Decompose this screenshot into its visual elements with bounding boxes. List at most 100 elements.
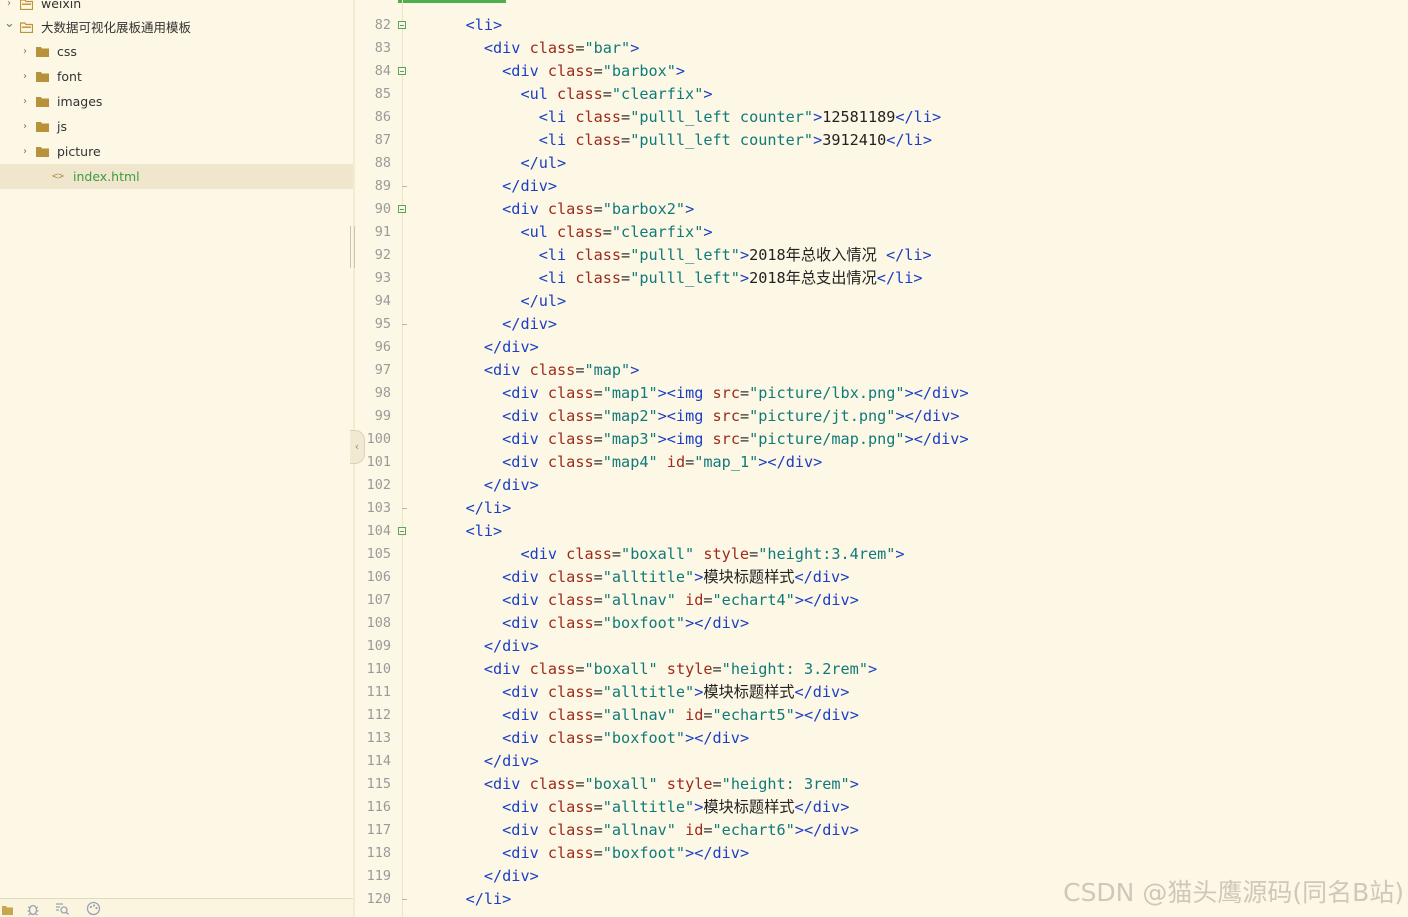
line-number: 104	[366, 523, 391, 539]
chevron-right-icon[interactable]: ›	[20, 146, 30, 157]
code-line[interactable]: 93 <li class="pulll_left">2018年总支出情况</li…	[355, 267, 1408, 290]
tree-item-js[interactable]: › js	[0, 114, 353, 139]
code-text: </div>	[483, 338, 539, 356]
code-line[interactable]: 105 <div class="boxall" style="height:3.…	[355, 543, 1408, 566]
fold-end-marker	[402, 324, 407, 325]
code-line[interactable]: 117 <div class="allnav" id="echart6"></d…	[355, 819, 1408, 842]
code-line[interactable]: 87 <li class="pulll_left counter">391241…	[355, 129, 1408, 152]
project-icon[interactable]	[1, 901, 15, 915]
code-line[interactable]: 106 <div class="alltitle">模块标题样式</div>	[355, 566, 1408, 589]
code-line[interactable]: 100 <div class="map3"><img src="picture/…	[355, 428, 1408, 451]
tree-item-picture[interactable]: › picture	[0, 139, 353, 164]
code-line[interactable]: 83 <div class="bar">	[355, 37, 1408, 60]
code-line[interactable]: 109 </div>	[355, 635, 1408, 658]
line-number: 118	[366, 845, 391, 861]
line-number: 113	[366, 730, 391, 746]
code-line[interactable]: 116 <div class="alltitle">模块标题样式</div>	[355, 796, 1408, 819]
palette-icon[interactable]	[86, 901, 101, 916]
tree-item-project-root[interactable]: ⌄ 大数据可视化展板通用模板	[0, 14, 353, 39]
fold-toggle-icon[interactable]	[398, 205, 406, 213]
folder-icon	[20, 21, 33, 33]
line-number: 119	[366, 868, 391, 884]
line-number: 117	[366, 822, 391, 838]
code-line[interactable]: 91 <ul class="clearfix">	[355, 221, 1408, 244]
code-text: </ul>	[520, 292, 567, 310]
code-line[interactable]: 115 <div class="boxall" style="height: 3…	[355, 773, 1408, 796]
code-line[interactable]: 86 <li class="pulll_left counter">125811…	[355, 106, 1408, 129]
code-line[interactable]: 89 </div>	[355, 175, 1408, 198]
code-text: <div class="barbox">	[502, 62, 686, 80]
bug-icon[interactable]	[26, 901, 40, 916]
code-line[interactable]: 107 <div class="allnav" id="echart4"></d…	[355, 589, 1408, 612]
code-text: <div class="barbox2">	[502, 200, 695, 218]
tree-item-index-html[interactable]: <> index.html	[0, 164, 353, 189]
chevron-down-icon[interactable]: ⌄	[4, 16, 15, 31]
sidebar-toolbar	[0, 898, 353, 917]
chevron-right-icon[interactable]: ›	[20, 96, 30, 107]
code-line[interactable]: 94 </ul>	[355, 290, 1408, 313]
code-line[interactable]: 85 <ul class="clearfix">	[355, 83, 1408, 106]
html-file-icon: <>	[52, 171, 65, 182]
code-line[interactable]: 99 <div class="map2"><img src="picture/j…	[355, 405, 1408, 428]
line-number: 97	[374, 362, 391, 378]
tree-item-images[interactable]: › images	[0, 89, 353, 114]
code-line[interactable]: 114 </div>	[355, 750, 1408, 773]
code-line[interactable]: 97 <div class="map">	[355, 359, 1408, 382]
search-file-icon[interactable]	[55, 901, 69, 915]
code-text: </div>	[483, 867, 539, 885]
fold-toggle-icon[interactable]	[398, 527, 406, 535]
code-line[interactable]: 108 <div class="boxfoot"></div>	[355, 612, 1408, 635]
chevron-right-icon[interactable]: ›	[20, 121, 30, 132]
code-text: <ul class="clearfix">	[520, 223, 713, 241]
code-text: <div class="boxfoot"></div>	[502, 729, 750, 747]
code-line[interactable]: 118 <div class="boxfoot"></div>	[355, 842, 1408, 865]
code-text: <div class="allnav" id="echart6"></div>	[502, 821, 859, 839]
line-number: 103	[366, 500, 391, 516]
code-line[interactable]: 104 <li>	[355, 520, 1408, 543]
chevron-right-icon[interactable]: ›	[20, 71, 30, 82]
code-text: <li class="pulll_left counter">12581189<…	[538, 108, 942, 126]
fold-toggle-icon[interactable]	[398, 21, 406, 29]
watermark: CSDN @猫头鹰源码(同名B站)	[1063, 878, 1404, 907]
code-text: </div>	[483, 752, 539, 770]
code-editor[interactable]: 82 <li> 83 <div class="bar"> 84 <div class…	[355, 0, 1408, 917]
code-line[interactable]: 92 <li class="pulll_left">2018年总收入情况 </l…	[355, 244, 1408, 267]
fold-toggle-icon[interactable]	[398, 67, 406, 75]
tree-item-label: js	[57, 119, 67, 134]
code-line[interactable]: 113 <div class="boxfoot"></div>	[355, 727, 1408, 750]
code-text: <li>	[465, 16, 503, 34]
code-text: <li class="pulll_left counter">3912410</…	[538, 131, 932, 149]
code-line[interactable]: 88 </ul>	[355, 152, 1408, 175]
tree-item-label: font	[57, 69, 82, 84]
code-line[interactable]: 84 <div class="barbox">	[355, 60, 1408, 83]
line-number: 89	[374, 178, 391, 194]
chevron-right-icon[interactable]: ›	[4, 0, 14, 9]
line-number: 84	[374, 63, 391, 79]
code-line[interactable]: 111 <div class="alltitle">模块标题样式</div>	[355, 681, 1408, 704]
line-number: 91	[374, 224, 391, 240]
collapse-sidebar-button[interactable]: ‹	[350, 430, 365, 464]
tree-item-font[interactable]: › font	[0, 64, 353, 89]
code-text: <div class="alltitle">模块标题样式</div>	[502, 683, 850, 701]
code-line[interactable]: 96 </div>	[355, 336, 1408, 359]
code-text: <div class="map1"><img src="picture/lbx.…	[502, 384, 969, 402]
tree-item-css[interactable]: › css	[0, 39, 353, 64]
code-line[interactable]: 101 <div class="map4" id="map_1"></div>	[355, 451, 1408, 474]
code-line[interactable]: 82 <li>	[355, 14, 1408, 37]
chevron-right-icon[interactable]: ›	[20, 46, 30, 57]
code-line[interactable]: 95 </div>	[355, 313, 1408, 336]
line-number: 112	[366, 707, 391, 723]
line-number: 93	[374, 270, 391, 286]
code-text: <div class="map3"><img src="picture/map.…	[502, 430, 969, 448]
code-line[interactable]: 90 <div class="barbox2">	[355, 198, 1408, 221]
tree-item-label: picture	[57, 144, 101, 159]
code-line[interactable]: 112 <div class="allnav" id="echart5"></d…	[355, 704, 1408, 727]
line-number: 115	[366, 776, 391, 792]
code-line[interactable]: 103 </li>	[355, 497, 1408, 520]
line-number: 90	[374, 201, 391, 217]
code-line[interactable]: 110 <div class="boxall" style="height: 3…	[355, 658, 1408, 681]
code-line[interactable]: 102 </div>	[355, 474, 1408, 497]
code-text: <div class="allnav" id="echart4"></div>	[502, 591, 859, 609]
chevron-left-icon: ‹	[354, 440, 360, 453]
code-line[interactable]: 98 <div class="map1"><img src="picture/l…	[355, 382, 1408, 405]
